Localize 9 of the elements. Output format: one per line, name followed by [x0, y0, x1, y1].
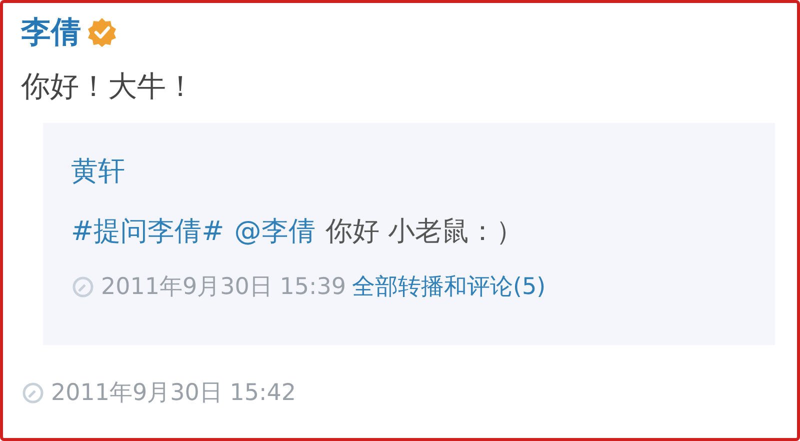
author-name[interactable]: 李倩: [21, 12, 81, 52]
post-time: 2011年9月30日 15:42: [51, 379, 296, 408]
repost-time: 2011年9月30日 15:39: [101, 273, 346, 302]
repost-text: 你好 小老鼠：）: [325, 215, 523, 249]
post-text: 你好！大牛！: [21, 68, 196, 105]
comments-link[interactable]: 全部转播和评论(5): [352, 271, 546, 302]
topic-link[interactable]: #提问李倩#: [71, 213, 224, 249]
repost-author[interactable]: 黄轩: [71, 153, 749, 193]
mention-link[interactable]: @李倩: [234, 213, 316, 249]
